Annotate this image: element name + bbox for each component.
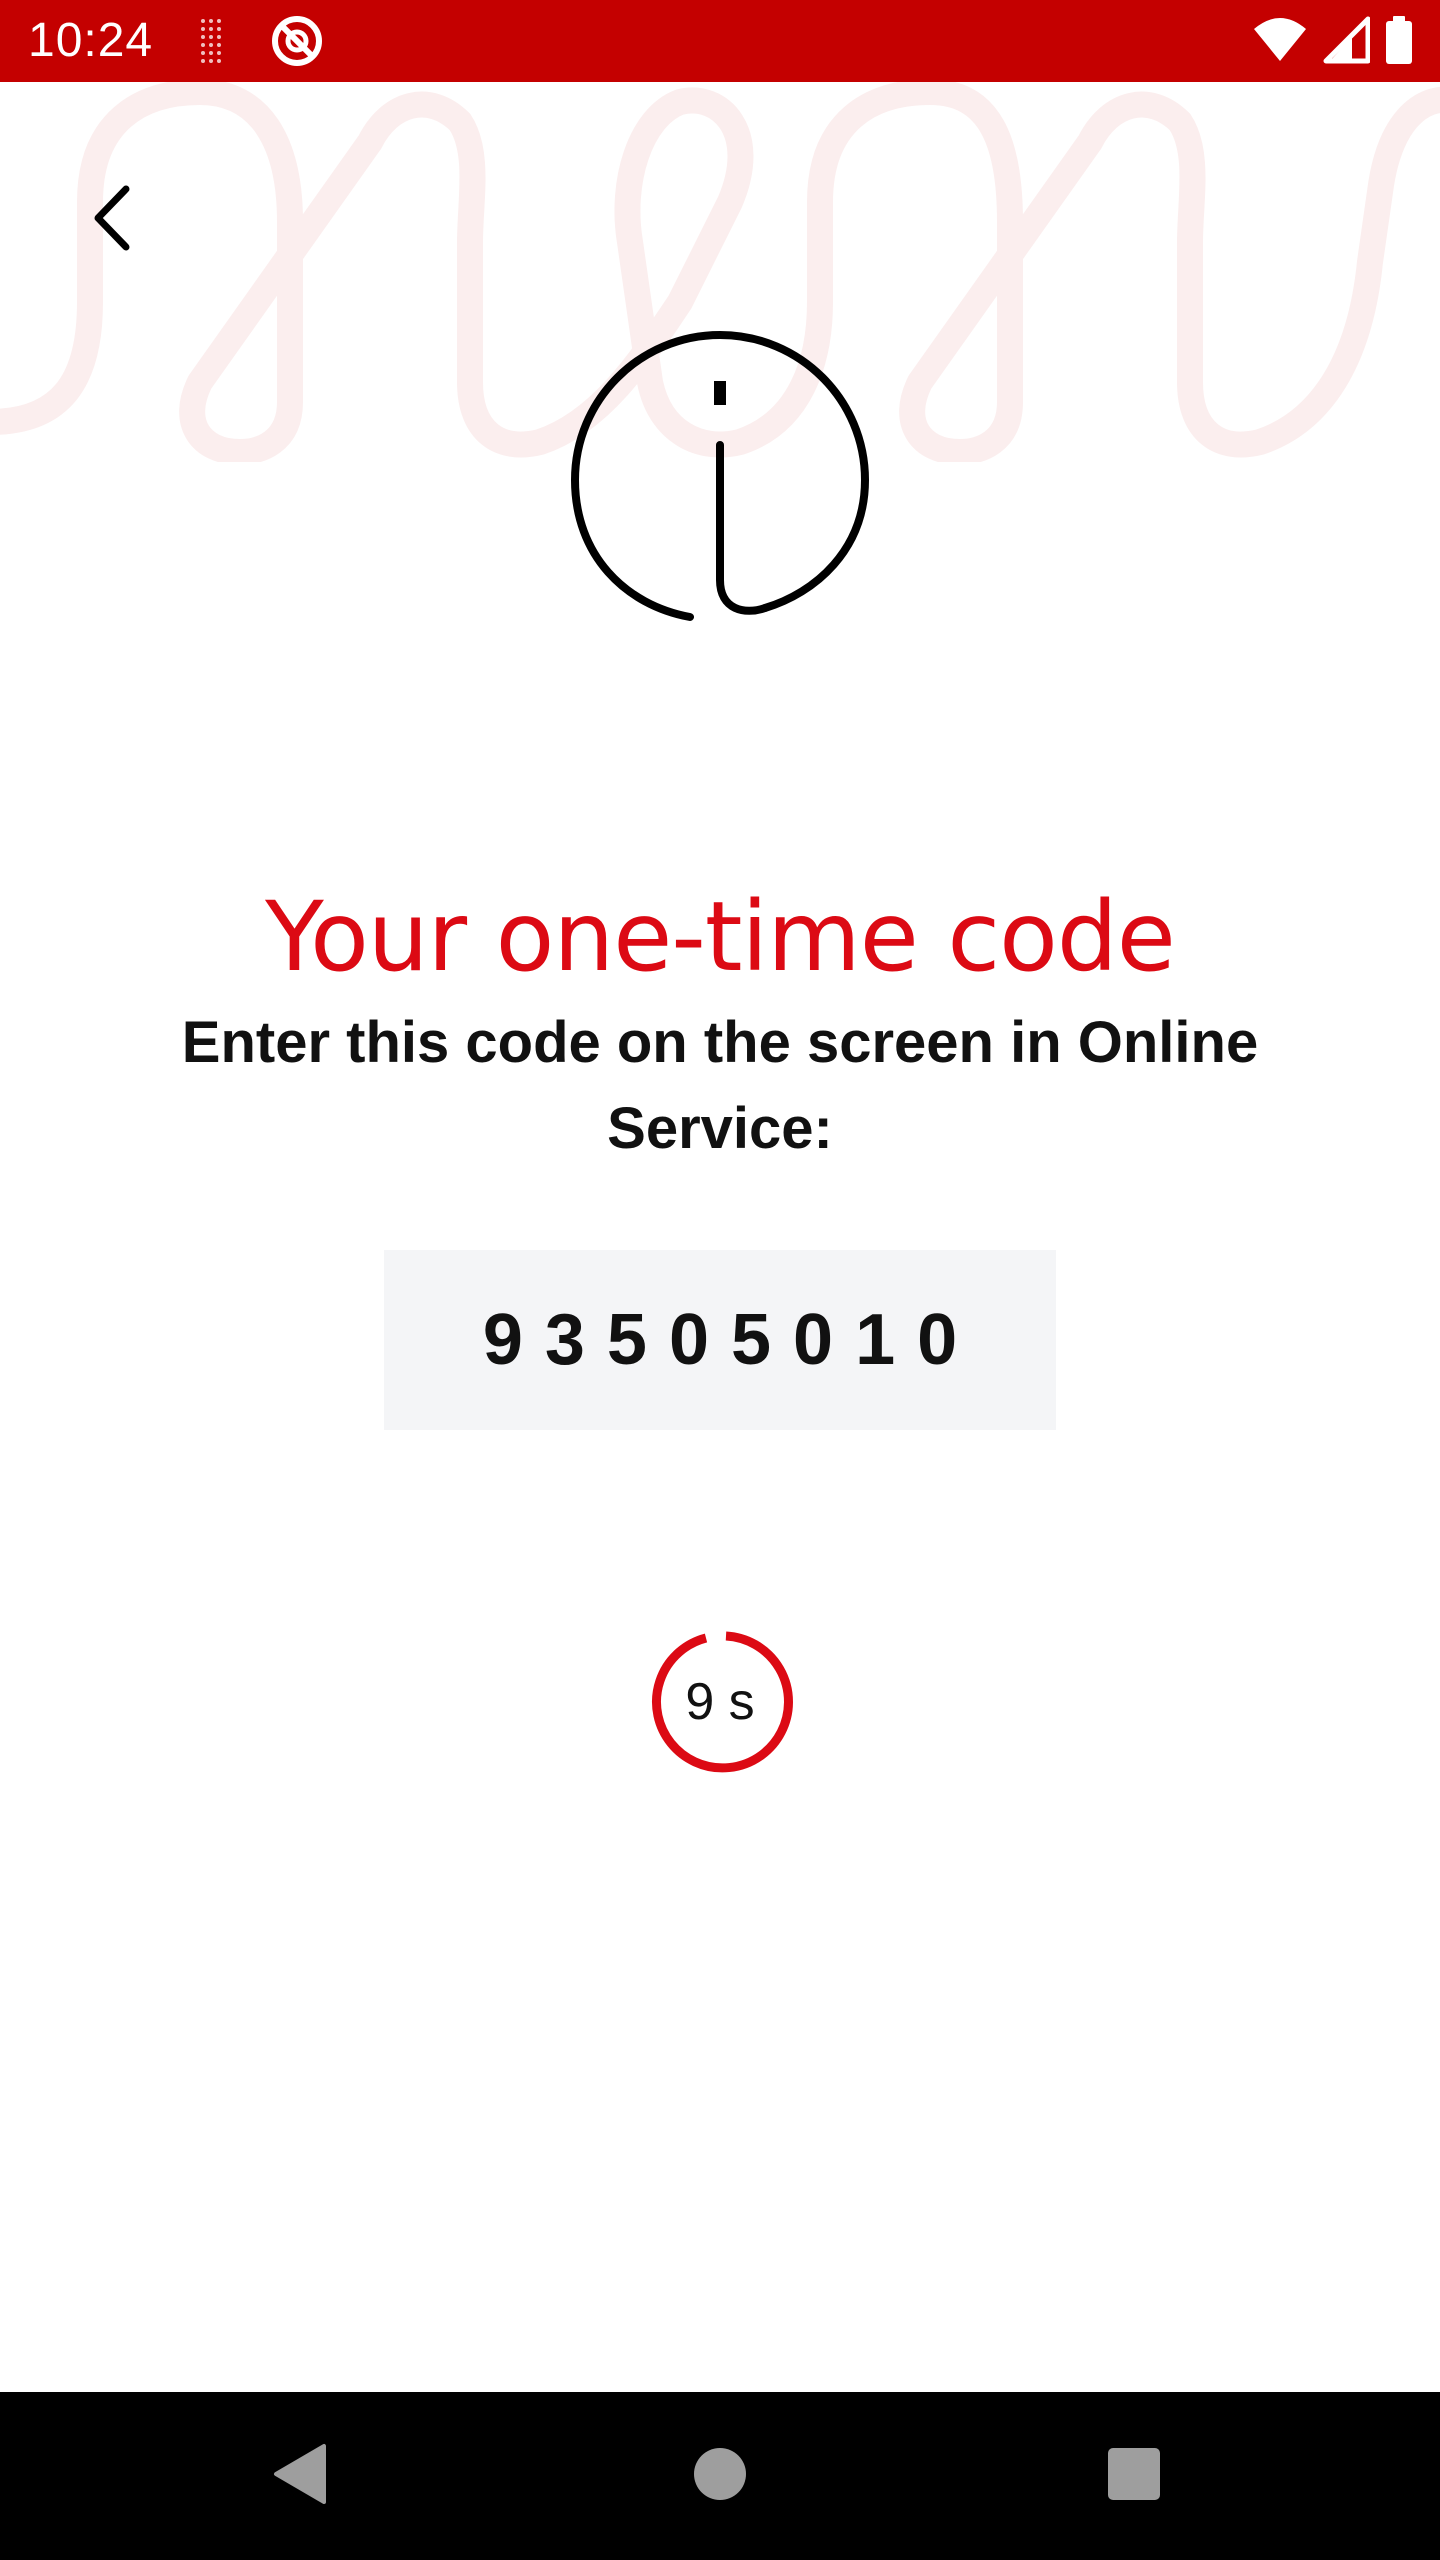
page-title: Your one-time code [265, 881, 1176, 994]
chevron-left-icon [88, 183, 136, 258]
nav-home-button[interactable] [670, 2426, 770, 2526]
wifi-icon [1252, 15, 1308, 70]
countdown-label: 9 s [685, 1673, 755, 1731]
dotted-signal-icon [198, 15, 224, 72]
one-time-code-box: 93505010 [384, 1250, 1056, 1430]
nav-recents-button[interactable] [1084, 2426, 1184, 2526]
back-button[interactable] [72, 180, 152, 260]
battery-icon [1384, 14, 1414, 71]
status-bar: 10:24 [0, 0, 1440, 82]
one-time-code-value: 93505010 [482, 1300, 980, 1380]
cell-signal-icon [1322, 15, 1371, 70]
instruction-text: Enter this code on the screen in Online … [181, 1010, 1259, 1161]
back-triangle-icon [270, 2442, 330, 2511]
blocked-notification-icon [270, 14, 324, 73]
navigation-bar [0, 2392, 1440, 2560]
countdown-timer: 9 s [646, 1628, 794, 1776]
status-time: 10:24 [28, 14, 154, 67]
home-circle-icon [692, 2446, 748, 2507]
app-screen: 10:24 Your one-time code Enter this code… [0, 0, 1440, 2560]
status-left-icons [198, 14, 324, 73]
status-right-icons [1252, 14, 1414, 71]
nav-back-button[interactable] [250, 2426, 350, 2526]
info-icon [565, 325, 875, 635]
recents-square-icon [1106, 2446, 1162, 2507]
